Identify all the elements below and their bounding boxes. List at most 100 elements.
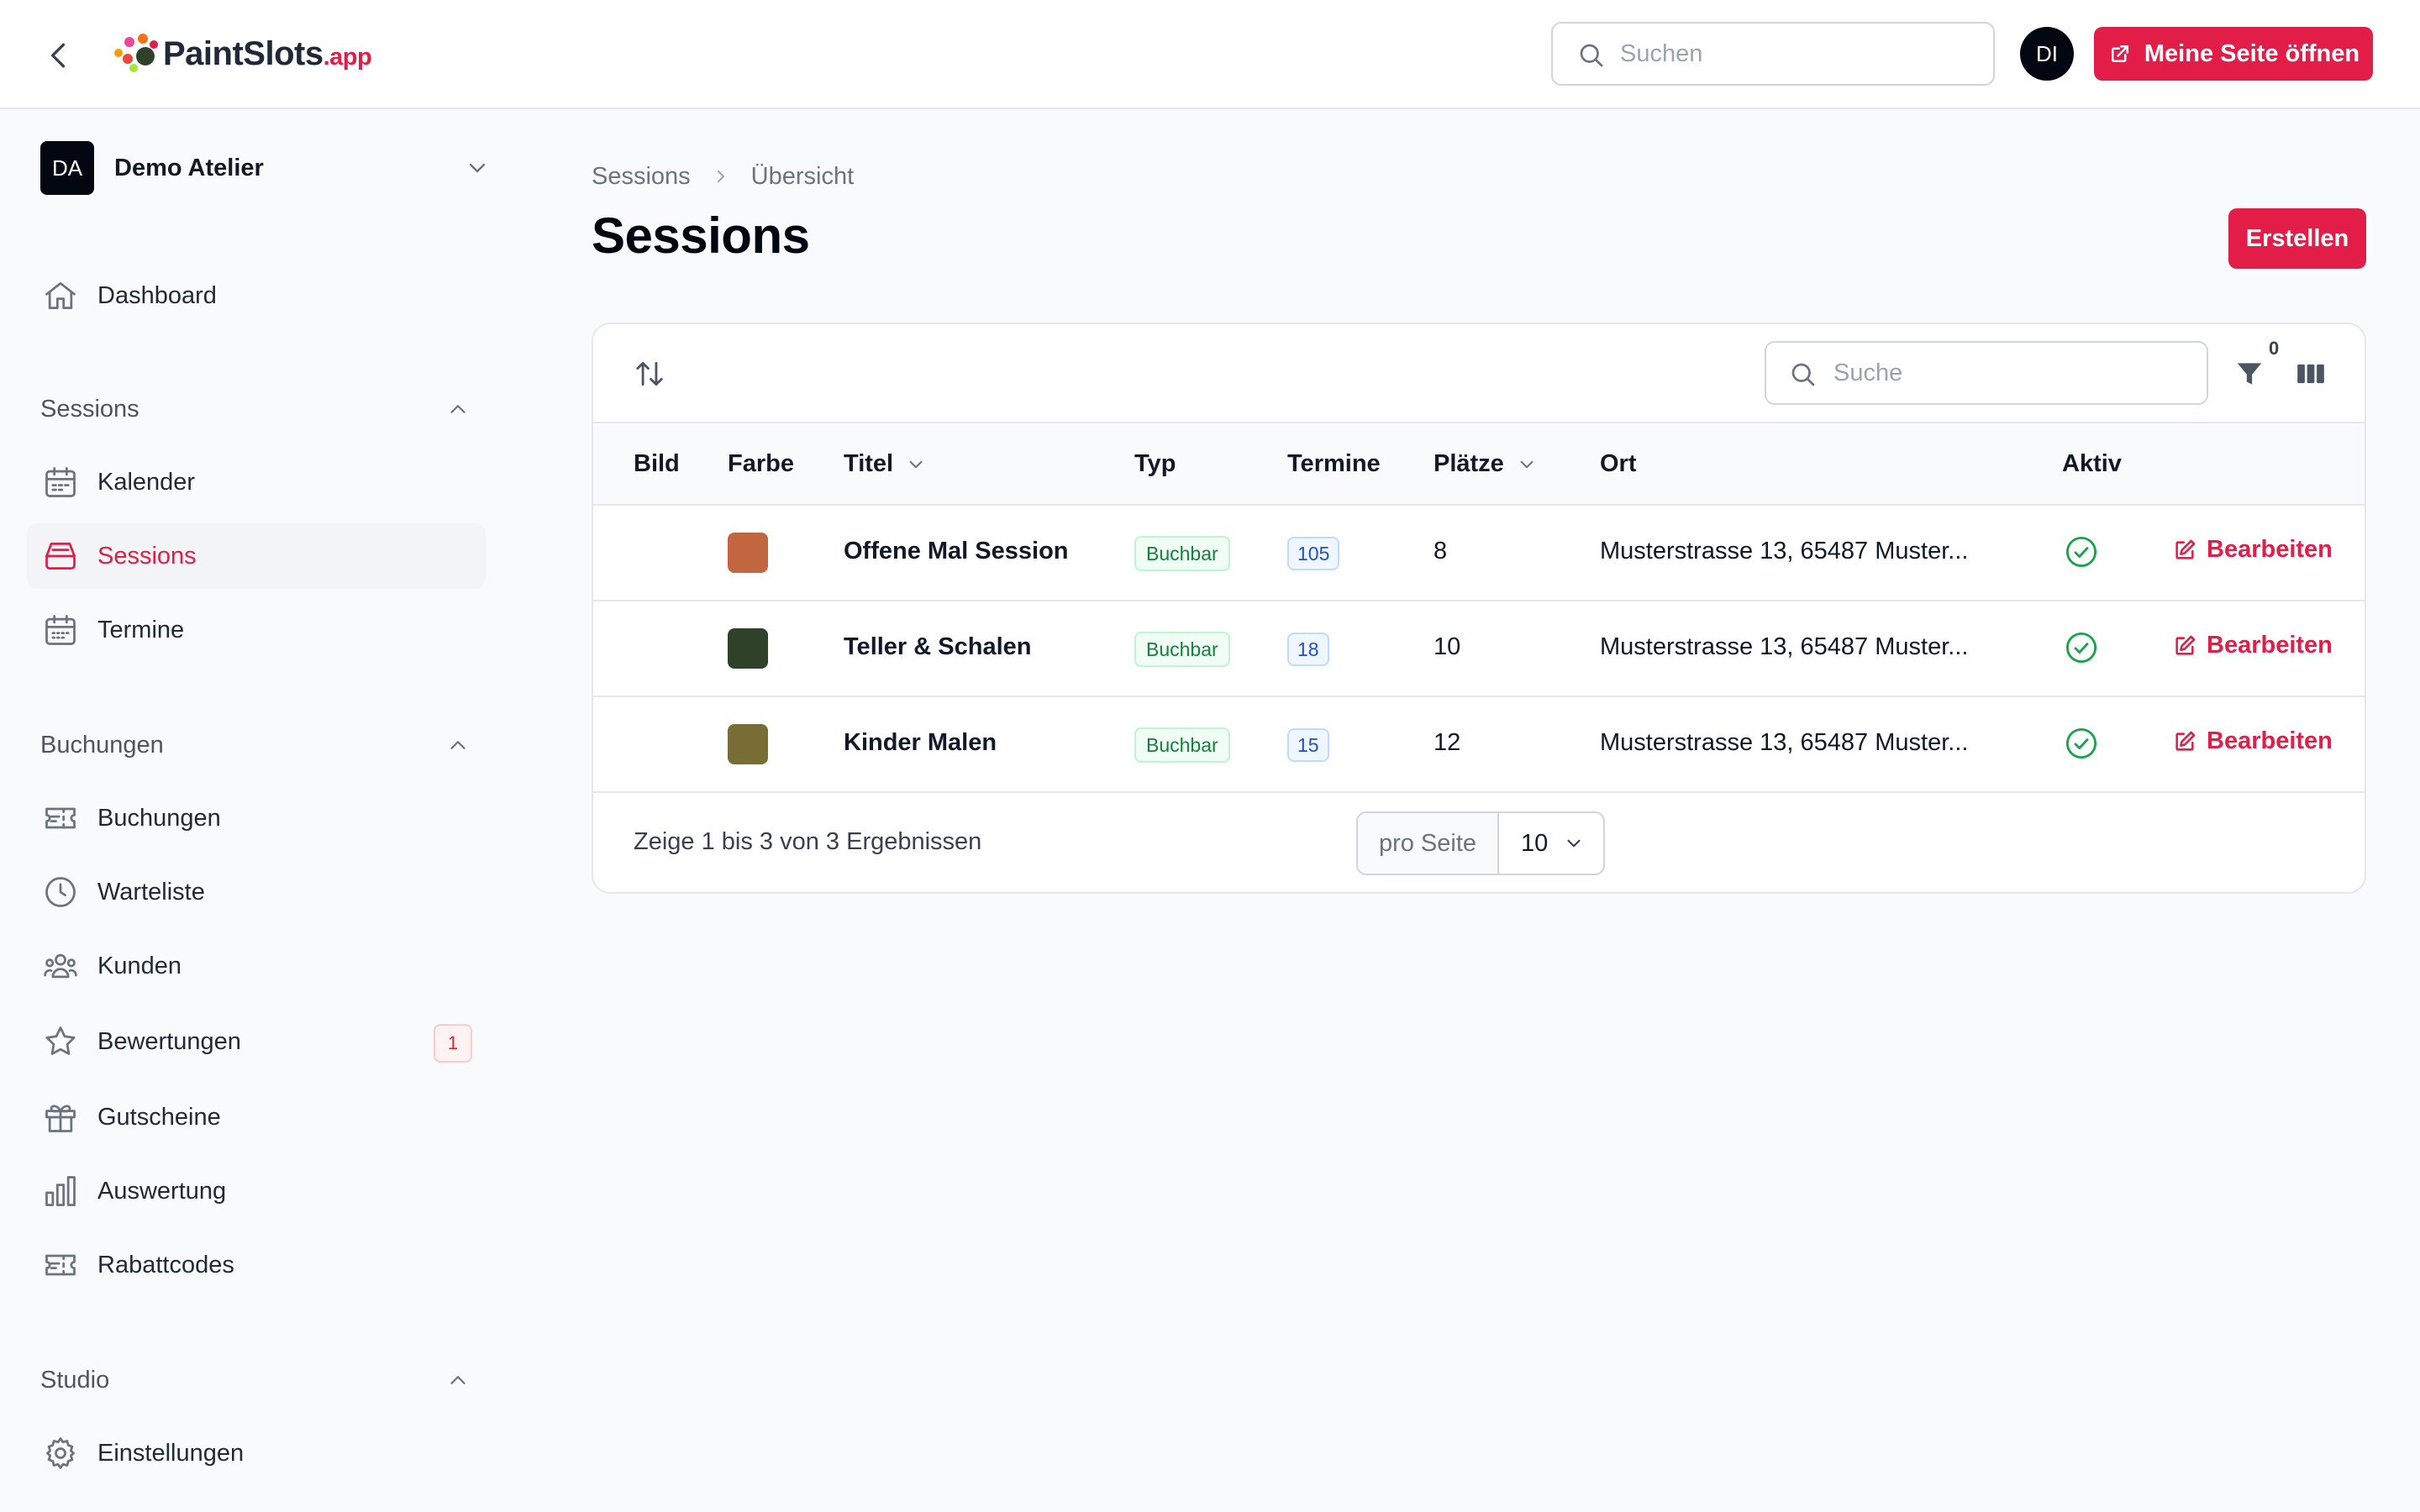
search-icon: [1791, 363, 1815, 386]
table-row[interactable]: Offene Mal Session Buchbar 105 8 Musters…: [593, 506, 2365, 601]
results-summary: Zeige 1 bis 3 von 3 Ergebnissen: [634, 828, 982, 855]
edit-button[interactable]: Bearbeiten: [2173, 632, 2333, 659]
logo-text: PaintSlots.app: [163, 34, 372, 72]
chevron-up-icon: [450, 405, 466, 413]
chevron-right-icon: [717, 171, 724, 182]
sort-button[interactable]: [634, 358, 666, 390]
chart-bar-icon: [45, 1176, 76, 1206]
sidebar-item-label: Dashboard: [97, 281, 217, 309]
sidebar-item-label: Rabattcodes: [97, 1251, 234, 1278]
ticket-icon: [45, 1254, 76, 1276]
open-my-site-button[interactable]: Meine Seite öffnen: [2094, 27, 2373, 81]
sidebar-item-label: Gutscheine: [97, 1103, 221, 1131]
location-text: Musterstrasse 13, 65487 Muster...: [1600, 538, 1969, 564]
sidebar-item-gutscheine[interactable]: Gutscheine: [27, 1084, 486, 1150]
reviews-count-badge: 1: [434, 1024, 472, 1063]
breadcrumb-parent[interactable]: Sessions: [592, 163, 691, 191]
filter-button[interactable]: [2233, 358, 2265, 390]
page-title: Sessions: [592, 207, 810, 264]
back-button[interactable]: [40, 37, 77, 74]
tenant-name: Demo Atelier: [114, 154, 264, 181]
sidebar-item-label: Termine: [97, 616, 185, 643]
per-page-select[interactable]: pro Seite 10: [1356, 811, 1605, 875]
column-header-termine: Termine: [1287, 450, 1381, 477]
places-count: 10: [1434, 633, 1461, 660]
chevron-down-icon: [469, 163, 486, 173]
user-avatar[interactable]: DI: [2020, 27, 2074, 81]
edit-button[interactable]: Bearbeiten: [2173, 536, 2333, 564]
tenant-switcher[interactable]: DA Demo Atelier: [40, 141, 497, 195]
sidebar: DA Demo Atelier Dashboard Sessions Kalen…: [0, 111, 521, 1512]
check-circle-icon: [2064, 534, 2099, 570]
column-header-ort: Ort: [1600, 450, 1637, 477]
type-badge: Buchbar: [1134, 632, 1230, 667]
pencil-square-icon: [2175, 539, 2196, 559]
sidebar-item-kalender[interactable]: Kalender: [27, 449, 486, 515]
session-title: Teller & Schalen: [844, 633, 1032, 660]
sidebar-item-kunden[interactable]: Kunden: [27, 933, 486, 999]
sidebar-item-label: Kalender: [97, 468, 196, 496]
users-icon: [44, 953, 77, 979]
breadcrumb: Sessions Übersicht: [592, 160, 854, 193]
view-columns-icon: [2297, 364, 2324, 384]
table-row[interactable]: Teller & Schalen Buchbar 18 10 Musterstr…: [593, 601, 2365, 697]
column-header-typ: Typ: [1134, 450, 1176, 477]
table-toolbar: Suche 0: [593, 324, 2365, 423]
inbox-icon: [45, 542, 76, 570]
cog-icon: [46, 1437, 75, 1469]
breadcrumb-current: Übersicht: [750, 162, 855, 190]
color-swatch: [728, 533, 768, 573]
columns-toggle-button[interactable]: [2294, 358, 2328, 390]
sessions-table-card: Suche 0 Bild Farbe Titel Typ Termine Plä…: [592, 323, 2366, 894]
table-search-input[interactable]: Suche: [1765, 341, 2208, 405]
appointments-count-badge: 15: [1287, 728, 1329, 762]
color-swatch: [728, 724, 768, 764]
sidebar-item-dashboard[interactable]: Dashboard: [27, 263, 486, 328]
sidebar-item-label: Buchungen: [97, 804, 221, 832]
open-my-site-label: Meine Seite öffnen: [2144, 39, 2360, 67]
pencil-square-icon: [2175, 731, 2196, 751]
column-header-farbe: Farbe: [728, 450, 794, 477]
column-header-titel[interactable]: Titel: [844, 450, 927, 478]
logo-mark-icon: [111, 30, 161, 77]
per-page-value[interactable]: 10: [1499, 813, 1603, 874]
sidebar-item-label: Kunden: [97, 952, 182, 979]
sidebar-item-einstellungen[interactable]: Einstellungen: [27, 1420, 486, 1486]
sidebar-item-bewertungen[interactable]: Bewertungen 1: [27, 1009, 486, 1074]
sidebar-item-termine[interactable]: Termine: [27, 597, 486, 663]
create-button[interactable]: Erstellen: [2228, 208, 2366, 269]
chevron-left-icon: [51, 43, 66, 68]
sidebar-group-sessions[interactable]: Sessions: [40, 391, 471, 428]
column-header-plaetze[interactable]: Plätze: [1434, 450, 1538, 478]
places-count: 12: [1434, 729, 1461, 756]
ticket-icon: [45, 807, 76, 829]
session-title: Kinder Malen: [844, 729, 997, 756]
table-footer: Zeige 1 bis 3 von 3 Ergebnissen pro Seit…: [593, 793, 2365, 892]
global-search-input[interactable]: Suchen: [1551, 22, 1995, 86]
external-link-icon: [2111, 45, 2128, 62]
sidebar-item-buchungen[interactable]: Buchungen: [27, 785, 486, 851]
type-badge: Buchbar: [1134, 536, 1230, 571]
logo[interactable]: PaintSlots.app: [111, 30, 372, 77]
filter-count-badge: 0: [2269, 338, 2280, 359]
sidebar-group-buchungen[interactable]: Buchungen: [40, 727, 471, 764]
sidebar-item-label: Einstellungen: [97, 1439, 245, 1467]
edit-button[interactable]: Bearbeiten: [2173, 727, 2333, 755]
sidebar-item-auswertung[interactable]: Auswertung: [27, 1158, 486, 1224]
check-circle-icon: [2064, 630, 2099, 665]
places-count: 8: [1434, 538, 1448, 564]
sidebar-group-studio[interactable]: Studio: [40, 1362, 471, 1399]
top-bar: PaintSlots.app Suchen DI Meine Seite öff…: [0, 0, 2420, 109]
sidebar-item-sessions[interactable]: Sessions: [27, 523, 486, 589]
star-icon: [45, 1026, 76, 1055]
table-row[interactable]: Kinder Malen Buchbar 15 12 Musterstrasse…: [593, 697, 2365, 793]
sidebar-item-label: Auswertung: [97, 1177, 227, 1205]
funnel-icon: [2237, 363, 2262, 385]
sidebar-item-warteliste[interactable]: Warteliste: [27, 859, 486, 925]
sidebar-item-rabattcodes[interactable]: Rabattcodes: [27, 1232, 486, 1298]
chevron-down-icon: [1520, 460, 1534, 468]
table-header: Bild Farbe Titel Typ Termine Plätze Ort …: [593, 423, 2365, 506]
calendar-days-icon: [45, 615, 76, 645]
location-text: Musterstrasse 13, 65487 Muster...: [1600, 633, 1969, 660]
location-text: Musterstrasse 13, 65487 Muster...: [1600, 729, 1969, 756]
